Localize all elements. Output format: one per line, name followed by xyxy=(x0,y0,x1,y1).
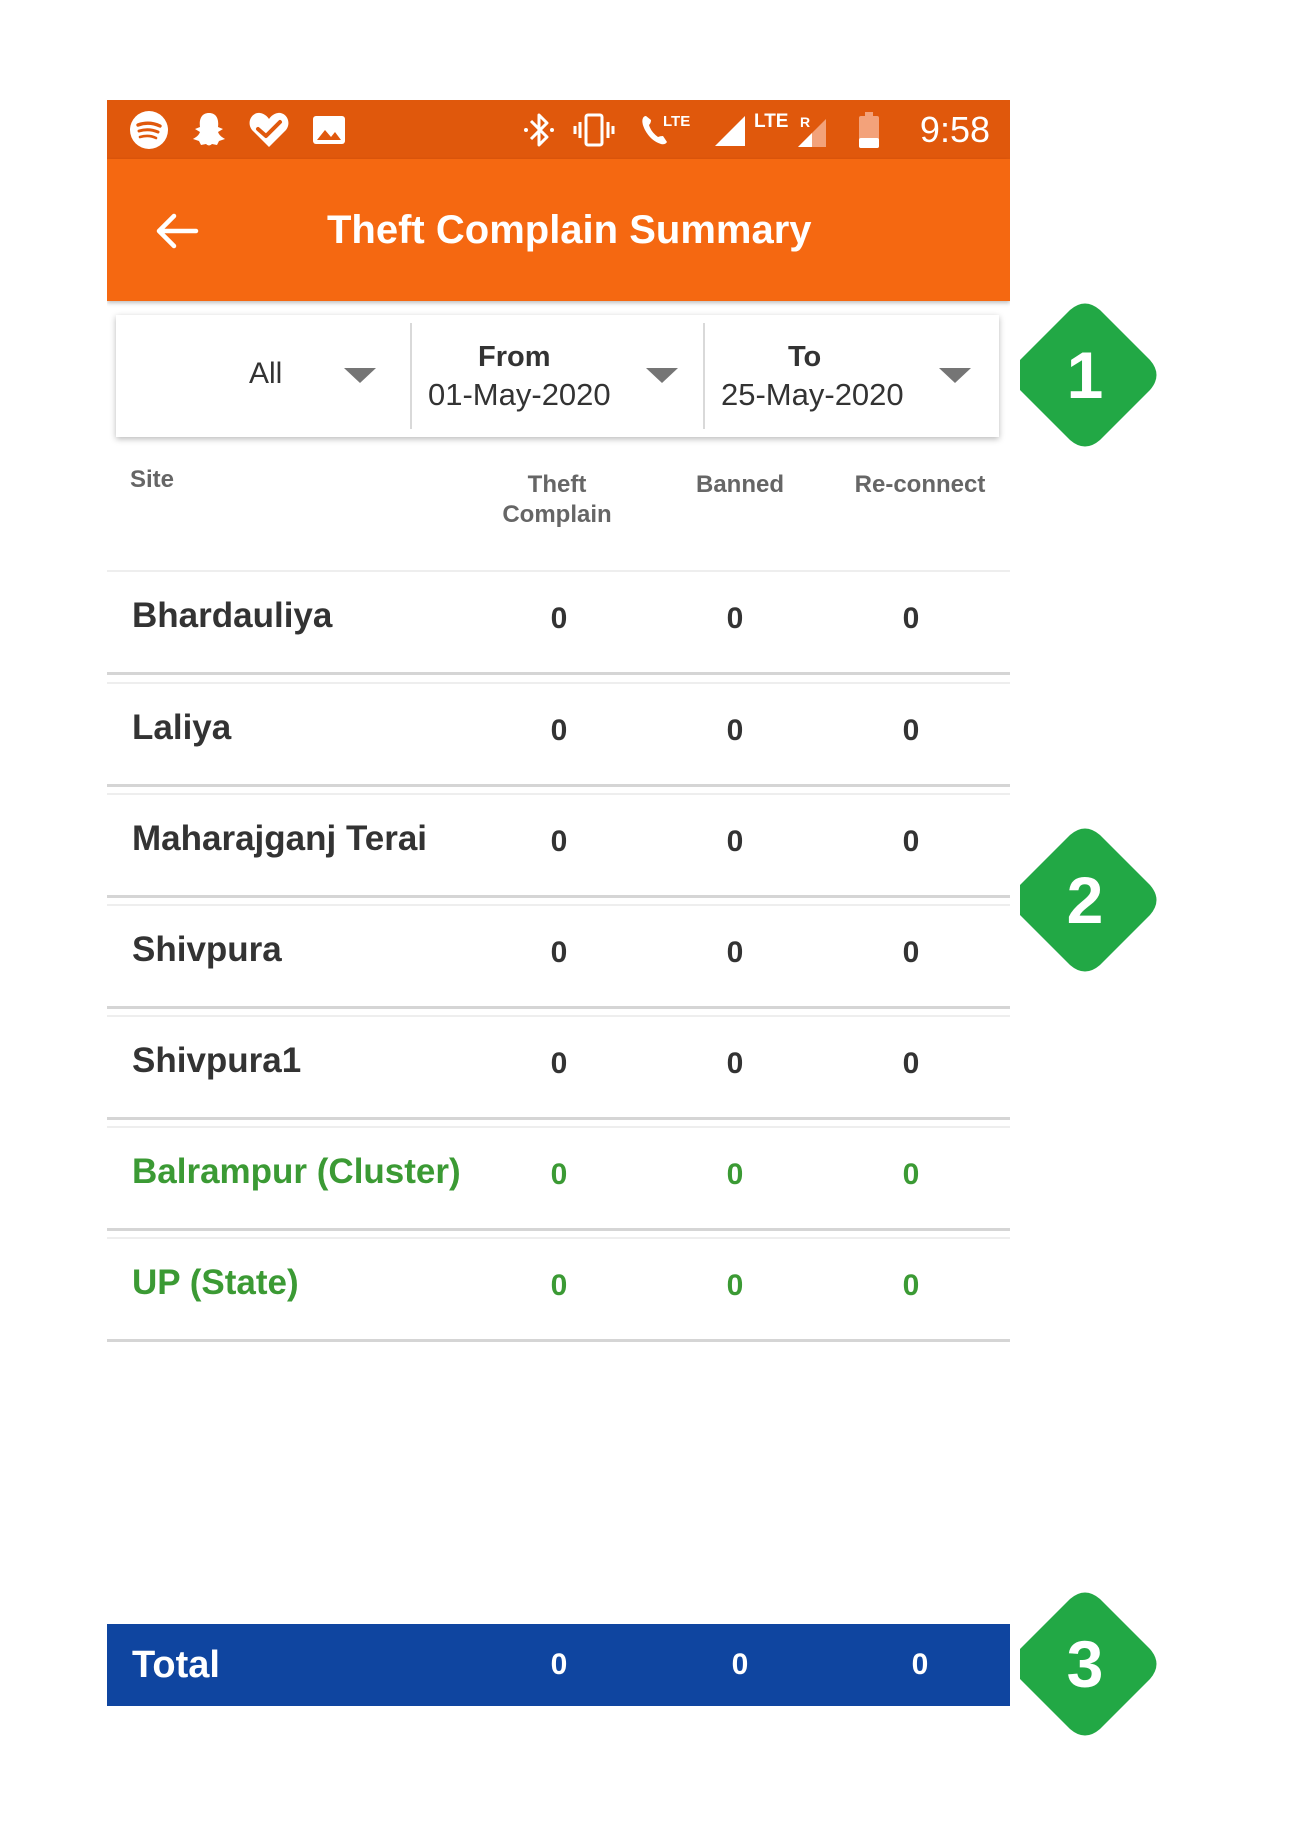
from-date-dropdown[interactable]: From 01-May-2020 xyxy=(412,315,705,437)
site-name: Shivpura xyxy=(132,930,282,969)
lte-label: LTE xyxy=(663,113,690,130)
filter-bar: All From 01-May-2020 To 25-May-2020 xyxy=(116,315,999,437)
total-reconnect-count: 0 xyxy=(911,1648,929,1681)
table-row[interactable]: UP (State) 0 0 0 xyxy=(107,1239,1010,1342)
site-name: Maharajganj Terai xyxy=(132,819,428,858)
table-row[interactable]: Maharajganj Terai 0 0 0 xyxy=(107,795,1010,898)
theft-count: 0 xyxy=(550,936,568,969)
from-label: From xyxy=(478,341,551,373)
page-title: Theft Complain Summary xyxy=(327,208,812,252)
chevron-down-icon xyxy=(646,368,678,383)
reconnect-count: 0 xyxy=(902,936,920,969)
to-date-dropdown[interactable]: To 25-May-2020 xyxy=(705,315,999,437)
reconnect-count: 0 xyxy=(902,1158,920,1191)
battery-icon xyxy=(854,109,884,151)
callout-number: 2 xyxy=(1066,863,1104,937)
banned-count: 0 xyxy=(726,825,744,858)
column-header-banned: Banned xyxy=(695,471,784,498)
reconnect-count: 0 xyxy=(902,714,920,747)
chevron-down-icon xyxy=(939,368,971,383)
reconnect-count: 0 xyxy=(902,825,920,858)
banned-count: 0 xyxy=(726,1269,744,1302)
banned-count: 0 xyxy=(726,936,744,969)
site-name: Laliya xyxy=(132,708,232,747)
callout-number: 3 xyxy=(1066,1627,1104,1701)
total-theft-count: 0 xyxy=(550,1648,568,1681)
vibrate-icon xyxy=(572,109,616,151)
banned-count: 0 xyxy=(726,1047,744,1080)
table-row[interactable]: Shivpura1 0 0 0 xyxy=(107,1017,1010,1120)
column-header-theft-line1: Theft xyxy=(527,471,587,498)
total-bar: Total 0 0 0 xyxy=(107,1624,1010,1706)
app-bar: Theft Complain Summary xyxy=(107,159,1010,301)
theft-count: 0 xyxy=(550,1269,568,1302)
site-filter-dropdown[interactable]: All xyxy=(116,315,412,437)
spotify-icon xyxy=(127,109,171,151)
column-header-theft-line2: Complain xyxy=(502,501,612,528)
total-banned-count: 0 xyxy=(731,1648,749,1681)
site-name: UP (State) xyxy=(132,1263,299,1302)
phone-screen: LTE LTE R 9:58 Theft Complain Summary All… xyxy=(107,100,1010,1706)
theft-count: 0 xyxy=(550,1158,568,1191)
lte-roaming-label: LTE xyxy=(754,111,788,132)
column-header-reconnect: Re-connect xyxy=(854,471,986,498)
theft-count: 0 xyxy=(550,714,568,747)
site-name: Balrampur (Cluster) xyxy=(132,1152,461,1191)
table-row[interactable]: Balrampur (Cluster) 0 0 0 xyxy=(107,1128,1010,1231)
callout-number: 1 xyxy=(1066,338,1104,412)
table-row[interactable]: Laliya 0 0 0 xyxy=(107,684,1010,787)
column-header-theft: Theft Complain xyxy=(497,470,617,530)
table-row[interactable]: Shivpura 0 0 0 xyxy=(107,906,1010,1009)
site-name: Bhardauliya xyxy=(132,596,333,635)
status-time: 9:58 xyxy=(919,109,990,150)
site-filter-value: All xyxy=(249,357,283,390)
callout-marker-1: 1 xyxy=(1010,300,1160,450)
roaming-label: R xyxy=(800,114,810,130)
banned-count: 0 xyxy=(726,602,744,635)
table-row[interactable]: Bhardauliya 0 0 0 xyxy=(107,572,1010,675)
volte-call-icon: LTE xyxy=(637,109,697,151)
site-name: Shivpura1 xyxy=(132,1041,302,1080)
reconnect-count: 0 xyxy=(902,1047,920,1080)
banned-count: 0 xyxy=(726,1158,744,1191)
to-label: To xyxy=(788,341,822,373)
theft-count: 0 xyxy=(550,825,568,858)
theft-count: 0 xyxy=(550,1047,568,1080)
callout-marker-3: 3 xyxy=(1010,1589,1160,1739)
callout-marker-2: 2 xyxy=(1010,825,1160,975)
snapchat-icon xyxy=(187,109,231,151)
bluetooth-icon xyxy=(517,109,561,151)
column-header-site: Site xyxy=(130,466,175,493)
to-date-value: 25-May-2020 xyxy=(721,377,904,412)
arrow-left-icon[interactable] xyxy=(151,205,203,257)
chevron-down-icon xyxy=(344,368,376,383)
health-heart-icon xyxy=(247,109,291,151)
reconnect-count: 0 xyxy=(902,1269,920,1302)
theft-count: 0 xyxy=(550,602,568,635)
gallery-image-icon xyxy=(307,109,351,151)
lte-roaming-signal-icon: LTE R xyxy=(752,109,832,151)
banned-count: 0 xyxy=(726,714,744,747)
total-label: Total xyxy=(132,1644,220,1686)
reconnect-count: 0 xyxy=(902,602,920,635)
status-bar: LTE LTE R 9:58 xyxy=(107,100,1010,159)
signal-icon xyxy=(707,109,751,151)
from-date-value: 01-May-2020 xyxy=(428,377,611,412)
